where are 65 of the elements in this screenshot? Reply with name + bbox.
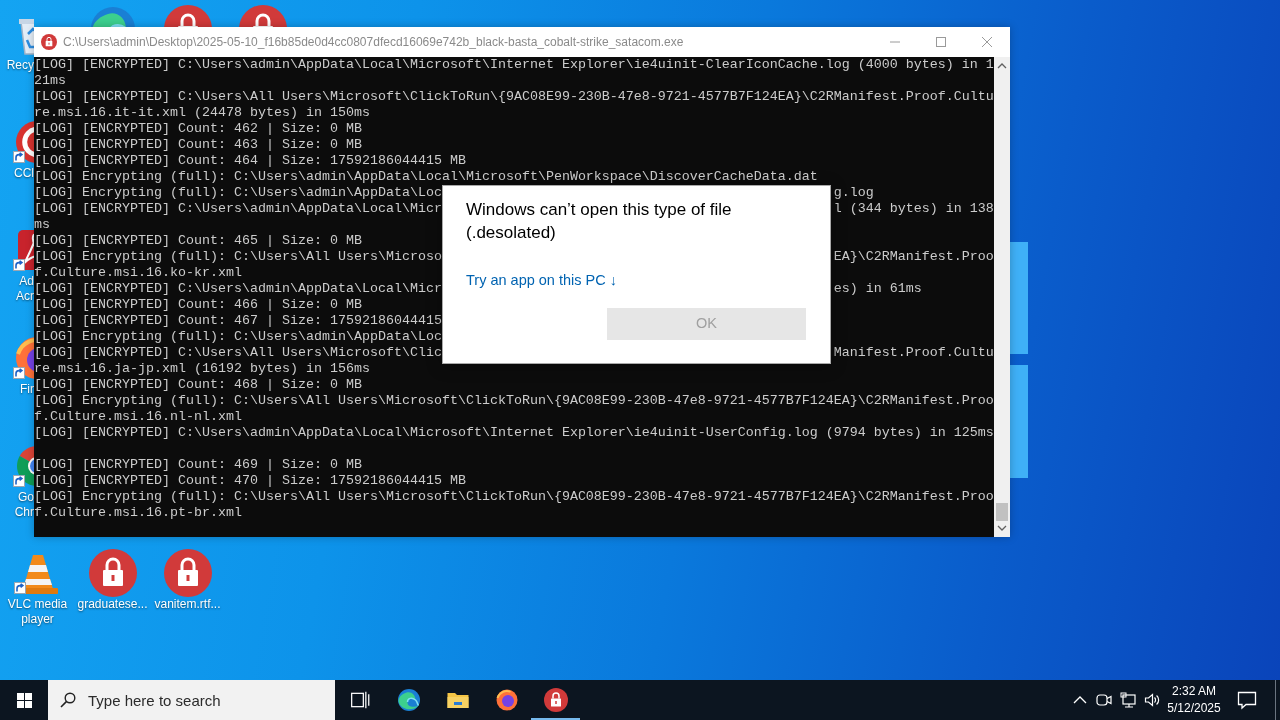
console-line: f.Culture.msi.16.ko-kr.xml xyxy=(34,265,242,281)
console-line: [LOG] [ENCRYPTED] C:\Users\admin\AppData\Local\Microsoft\Internet Explorer\ie4uinit-ClearIconCache.log (4000 bytes) in 1 xyxy=(34,57,994,73)
try-app-link[interactable]: Try an app on this PC ↓ xyxy=(466,270,617,290)
console-line: [LOG] [ENCRYPTED] C:\Users\admin\AppData\Local\Micr xyxy=(34,201,442,217)
console-line: [LOG] [ENCRYPTED] Count: 465 | Size: 0 MB xyxy=(34,233,362,249)
console-line-fragment: Manifest.Proof.Cultu xyxy=(833,345,994,361)
task-view-icon xyxy=(349,690,370,710)
icon-label: VLC media player xyxy=(6,597,69,627)
scroll-up-icon[interactable] xyxy=(997,62,1007,70)
console-line: f.Culture.msi.16.pt-br.xml xyxy=(34,505,242,521)
search-icon xyxy=(60,692,76,708)
console-line: [LOG] [ENCRYPTED] Count: 469 | Size: 0 MB xyxy=(34,457,362,473)
icon-label: Recy xyxy=(6,58,34,73)
console-line: [LOG] Encrypting (full): C:\Users\admin\AppData\Loc xyxy=(34,329,442,345)
console-line: [LOG] [ENCRYPTED] C:\Users\admin\AppData\Local\Micr xyxy=(34,281,442,296)
console-line: 21ms xyxy=(34,73,66,89)
console-line: [LOG] Encrypting (full): C:\Users\All Users\Microsoft\ClickToRun\{9AC08E99-230B-47e8-9721-4577B7F124EA}\C2RManifest.Proo xyxy=(34,393,994,409)
console-line: f.Culture.msi.16.nl-nl.xml xyxy=(34,409,242,425)
padlock-icon[interactable] xyxy=(163,549,212,597)
console-line: [LOG] [ENCRYPTED] C:\Users\admin\AppData\Local\Microsoft\Internet Explorer\ie4uinit-UserConfig.log (9794 bytes) in 125ms xyxy=(34,425,994,441)
clock-time: 2:32 AM xyxy=(1172,683,1216,700)
four-panes-icon xyxy=(16,692,32,708)
console-line: [LOG] Encrypting (full): C:\Users\admin\AppData\Local\Microsoft\PenWorkspace\DiscoverCacheData.dat xyxy=(34,169,818,185)
icon-label: Ad Acr xyxy=(16,274,34,304)
orb-icon xyxy=(494,688,519,712)
scroll-down-icon[interactable] xyxy=(997,524,1007,532)
swirl-icon xyxy=(396,688,421,712)
console-line: [LOG] Encrypting (full): C:\Users\admin\AppData\Loc xyxy=(34,185,442,201)
console-line: [LOG] Encrypting (full): C:\Users\All Users\Microsoft\ClickToRun\{9AC08E99-230B-47e8-9721-4577B7F124EA}\C2RManifest.Proo xyxy=(34,489,994,505)
dialog-message: Windows can’t open this type of file (.desolated) xyxy=(466,199,733,244)
console-line: [LOG] [ENCRYPTED] C:\Users\All Users\Microsoft\Clic xyxy=(34,345,442,361)
clock-date: 5/12/2025 xyxy=(1167,700,1221,717)
console-line-fragment: l (344 bytes) in 138 xyxy=(833,201,994,217)
console-line: [LOG] [ENCRYPTED] Count: 468 | Size: 0 MB xyxy=(34,377,362,392)
monitor-icon[interactable] xyxy=(1120,692,1136,708)
icon-label: vanitem.rtf... xyxy=(154,597,221,612)
console-line: [LOG] [ENCRYPTED] Count: 463 | Size: 0 MB xyxy=(34,137,362,153)
icon-label: CCl xyxy=(14,166,34,181)
console-line: [LOG] [ENCRYPTED] Count: 470 | Size: 17592186044415 MB xyxy=(34,473,466,489)
speaker-icon[interactable] xyxy=(1144,692,1160,708)
padlock-icon xyxy=(41,34,57,50)
search-field[interactable]: Type here to search xyxy=(48,680,335,720)
console-line: [LOG] [ENCRYPTED] Count: 467 | Size: 17592186044415 xyxy=(34,313,442,329)
console-line: [LOG] [ENCRYPTED] Count: 462 | Size: 0 MB xyxy=(34,121,362,137)
close-icon xyxy=(982,37,992,47)
console-line: re.msi.16.ja-jp.xml (16192 bytes) in 156ms xyxy=(34,361,370,377)
console-line-fragment: EA}\C2RManifest.Proo xyxy=(833,249,994,265)
console-line-fragment: g.log xyxy=(833,185,874,201)
console-line-fragment: es) in 61ms xyxy=(833,281,922,297)
icon-label: Fir xyxy=(20,382,34,397)
padlock-icon xyxy=(543,688,568,712)
console-line: ms xyxy=(34,217,50,233)
icon-label: graduatese... xyxy=(77,597,148,612)
padlock-icon[interactable] xyxy=(88,549,137,597)
speech-bubble-icon xyxy=(1237,690,1257,710)
console-line: [LOG] [ENCRYPTED] Count: 464 | Size: 17592186044415 MB xyxy=(34,153,466,169)
console-line: [LOG] [ENCRYPTED] C:\Users\All Users\Microsoft\ClickToRun\{9AC08E99-230B-47e8-9721-4577B7F124EA}\C2RManifest.Proof.Cultu xyxy=(34,89,994,105)
console-line: [LOG] [ENCRYPTED] Count: 466 | Size: 0 MB xyxy=(34,297,362,313)
video-camera-icon[interactable] xyxy=(1096,692,1112,708)
maximize-icon xyxy=(936,37,946,47)
scrollbar-thumb[interactable] xyxy=(996,503,1008,521)
console-line: re.msi.16.it-it.xml (24478 bytes) in 150ms xyxy=(34,105,370,121)
icon-label: Go Chr xyxy=(14,490,34,520)
window-title: C:\Users\admin\Desktop\2025-05-10_f16b85de0d4cc0807dfecd16069e742b_black-basta_cobalt-strike_satacom.exe xyxy=(63,34,684,51)
console-line: [LOG] Encrypting (full): C:\Users\All Users\Microso xyxy=(34,249,442,265)
